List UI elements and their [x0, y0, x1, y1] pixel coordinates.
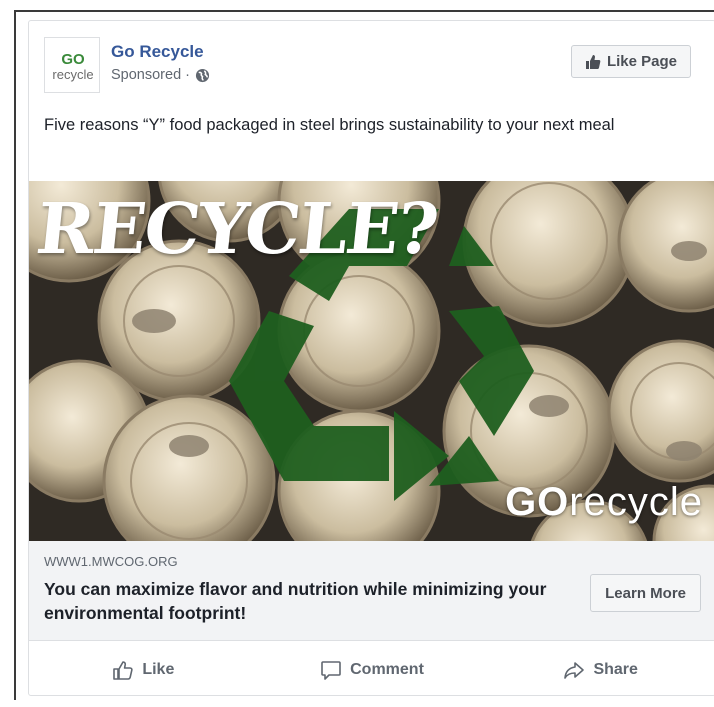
thumbs-up-icon [585, 54, 601, 70]
comment-button[interactable]: Comment [258, 643, 487, 695]
sponsored-post-card: GO recycle Go Recycle Sponsored · Like P… [28, 20, 714, 696]
sponsored-meta: Sponsored · [111, 67, 210, 83]
like-page-label: Like Page [606, 53, 677, 70]
post-actions: Like Comment Share [29, 643, 714, 695]
comment-icon [320, 659, 342, 681]
link-title[interactable]: You can maximize flavor and nutrition wh… [44, 577, 554, 625]
link-domain: WWW1.MWCOG.ORG [44, 554, 178, 569]
go-recycle-logo: GO recycle [45, 38, 99, 92]
post-header: GO recycle Go Recycle Sponsored · Like P… [29, 21, 714, 103]
svg-text:GO: GO [61, 51, 85, 68]
like-page-button[interactable]: Like Page [570, 45, 691, 78]
learn-more-button[interactable]: Learn More [590, 574, 701, 612]
image-brand-logo: GOrecycle [505, 480, 703, 524]
sponsored-label[interactable]: Sponsored · [111, 67, 190, 83]
like-button[interactable]: Like [29, 643, 258, 695]
image-headline: RECYCLE? [32, 187, 441, 270]
post-text: Five reasons “Y” food packaged in steel … [44, 116, 615, 134]
page-avatar[interactable]: GO recycle [44, 37, 100, 93]
link-preview[interactable]: WWW1.MWCOG.ORG You can maximize flavor a… [29, 541, 714, 641]
thumbs-up-icon [112, 659, 134, 681]
share-label: Share [593, 661, 638, 678]
like-label: Like [142, 661, 175, 678]
globe-icon[interactable] [195, 68, 210, 83]
page-name-link[interactable]: Go Recycle [111, 42, 204, 62]
svg-text:recycle: recycle [52, 67, 93, 82]
share-button[interactable]: Share [486, 643, 714, 695]
ad-image[interactable]: RECYCLE? GOrecycle [29, 181, 714, 541]
window-frame: GO recycle Go Recycle Sponsored · Like P… [14, 10, 714, 700]
comment-label: Comment [350, 661, 424, 678]
share-icon [563, 659, 585, 681]
